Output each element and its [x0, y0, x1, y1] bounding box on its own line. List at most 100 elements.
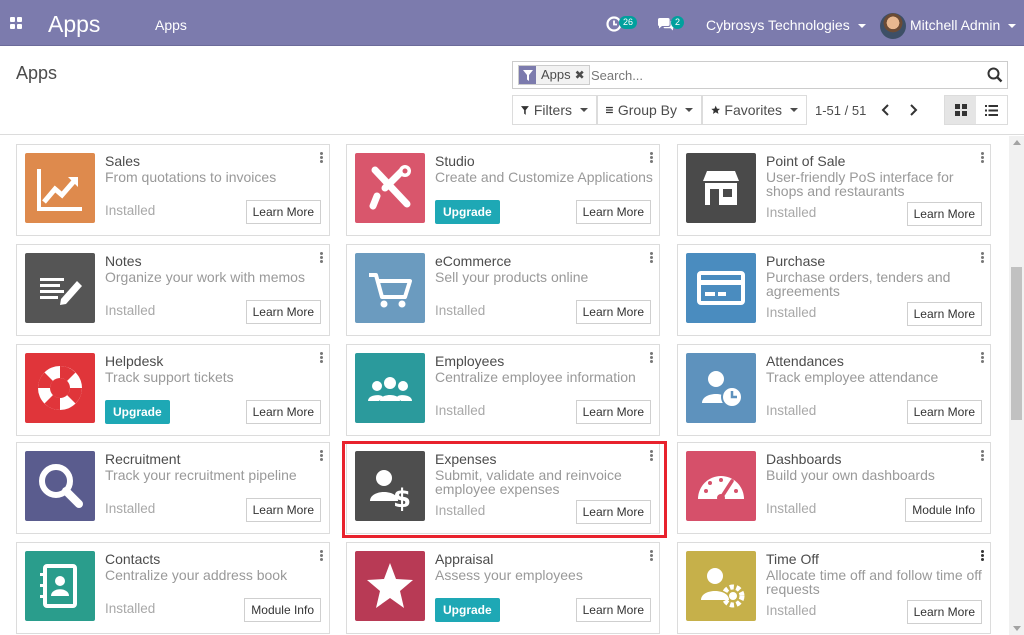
app-name: Time Off	[766, 551, 819, 567]
card-menu-icon[interactable]	[649, 352, 653, 364]
card-menu-icon[interactable]	[319, 352, 323, 364]
card-menu-icon[interactable]	[319, 550, 323, 562]
app-title: Apps	[48, 11, 101, 37]
favorites-button[interactable]: Favorites	[702, 95, 807, 125]
app-card-ecommerce[interactable]: eCommerce Sell your products online Inst…	[346, 244, 660, 336]
app-name: Notes	[105, 253, 142, 269]
view-switcher	[944, 95, 1008, 125]
card-menu-icon[interactable]	[980, 352, 984, 364]
filter-funnel-icon	[521, 105, 529, 115]
chevron-down-icon	[685, 108, 693, 112]
learn-more-button[interactable]: Learn More	[906, 600, 982, 624]
app-name: Expenses	[435, 451, 497, 467]
card-menu-icon[interactable]	[319, 252, 323, 264]
kanban-scrollbar[interactable]	[1009, 136, 1024, 635]
app-name: Attendances	[766, 353, 844, 369]
upgrade-button[interactable]: Upgrade	[435, 598, 500, 622]
card-menu-icon[interactable]	[980, 252, 984, 264]
card-menu-icon[interactable]	[649, 550, 653, 562]
app-status: Installed	[766, 603, 817, 618]
module-info-button[interactable]: Module Info	[905, 498, 982, 522]
search-bar[interactable]: Apps ✖	[512, 61, 1008, 89]
menu-apps[interactable]: Apps	[155, 17, 187, 33]
app-name: Contacts	[105, 551, 161, 567]
learn-more-button[interactable]: Learn More	[575, 500, 651, 524]
address-book-icon	[25, 551, 95, 621]
pager-previous-icon[interactable]	[880, 103, 892, 117]
company-switcher[interactable]: Cybrosys Technologies	[706, 17, 866, 33]
module-info-button[interactable]: Module Info	[244, 598, 321, 622]
learn-more-button[interactable]: Learn More	[575, 400, 651, 424]
app-card-attendances[interactable]: Attendances Track employee attendance In…	[677, 344, 991, 436]
app-description: Sell your products online	[435, 269, 589, 285]
user-name: Mitchell Admin	[910, 17, 1001, 33]
app-status: Installed	[435, 403, 486, 418]
app-card-time-off[interactable]: Time Off Allocate time off and follow ti…	[677, 542, 991, 634]
search-facet: Apps ✖	[518, 65, 590, 85]
app-card-recruitment[interactable]: Recruitment Track your recruitment pipel…	[16, 442, 330, 534]
app-name: Appraisal	[435, 551, 494, 567]
app-card-appraisal[interactable]: Appraisal Assess your employees Upgrade …	[346, 542, 660, 634]
app-description: Track employee attendance	[766, 369, 939, 385]
scroll-thumb[interactable]	[1011, 267, 1022, 420]
company-name: Cybrosys Technologies	[706, 17, 850, 33]
app-card-purchase[interactable]: Purchase Purchase orders, tenders and ag…	[677, 244, 991, 336]
card-menu-icon[interactable]	[649, 450, 653, 462]
learn-more-button[interactable]: Learn More	[245, 300, 321, 324]
app-card-point-of-sale[interactable]: Point of Sale User-friendly PoS interfac…	[677, 144, 991, 236]
messages-count-badge: 2	[671, 16, 685, 29]
app-card-dashboards[interactable]: Dashboards Build your own dashboards Ins…	[677, 442, 991, 534]
app-name: Studio	[435, 153, 475, 169]
facet-remove-icon[interactable]: ✖	[575, 66, 589, 84]
app-description: Centralize your address book	[105, 567, 288, 583]
learn-more-button[interactable]: Learn More	[906, 202, 982, 226]
group-by-button[interactable]: Group By	[597, 95, 702, 125]
app-status: Installed	[435, 303, 486, 318]
learn-more-button[interactable]: Learn More	[575, 200, 651, 224]
app-status: Installed	[766, 205, 817, 220]
list-view-button[interactable]	[976, 96, 1007, 124]
app-status: Installed	[105, 203, 156, 218]
pager-next-icon[interactable]	[907, 103, 919, 117]
app-card-sales[interactable]: Sales From quotations to invoices Instal…	[16, 144, 330, 236]
learn-more-button[interactable]: Learn More	[906, 302, 982, 326]
app-description: Allocate time off and follow time off re…	[766, 567, 982, 597]
search-input[interactable]	[591, 65, 971, 85]
app-card-studio[interactable]: Studio Create and Customize Applications…	[346, 144, 660, 236]
card-menu-icon[interactable]	[980, 152, 984, 164]
card-menu-icon[interactable]	[649, 152, 653, 164]
scroll-up-arrow-icon[interactable]	[1013, 140, 1021, 145]
learn-more-button[interactable]: Learn More	[245, 400, 321, 424]
app-card-contacts[interactable]: Contacts Centralize your address book In…	[16, 542, 330, 634]
app-card-expenses[interactable]: $ Expenses Submit, validate and reinvoic…	[346, 442, 660, 534]
learn-more-button[interactable]: Learn More	[575, 598, 651, 622]
card-menu-icon[interactable]	[980, 450, 984, 462]
chevron-down-icon	[790, 108, 798, 112]
upgrade-button[interactable]: Upgrade	[105, 400, 170, 424]
app-name: eCommerce	[435, 253, 512, 269]
app-card-employees[interactable]: Employees Centralize employee informatio…	[346, 344, 660, 436]
card-menu-icon[interactable]	[980, 550, 984, 562]
app-menu-grid-icon[interactable]	[10, 17, 22, 29]
card-menu-icon[interactable]	[319, 450, 323, 462]
upgrade-button[interactable]: Upgrade	[435, 200, 500, 224]
card-menu-icon[interactable]	[319, 152, 323, 164]
scroll-down-arrow-icon[interactable]	[1013, 626, 1021, 631]
card-menu-icon[interactable]	[649, 252, 653, 264]
app-card-notes[interactable]: Notes Organize your work with memos Inst…	[16, 244, 330, 336]
kanban-view-button[interactable]	[945, 96, 976, 124]
app-description: User-friendly PoS interface for shops an…	[766, 169, 954, 199]
filters-button[interactable]: Filters	[512, 95, 597, 125]
person-dollar-icon: $	[355, 451, 425, 521]
app-card-helpdesk[interactable]: Helpdesk Track support tickets Upgrade L…	[16, 344, 330, 436]
learn-more-button[interactable]: Learn More	[245, 498, 321, 522]
gauge-icon	[686, 451, 756, 521]
learn-more-button[interactable]: Learn More	[245, 200, 321, 224]
search-icon[interactable]	[987, 67, 1003, 83]
learn-more-button[interactable]: Learn More	[575, 300, 651, 324]
learn-more-button[interactable]: Learn More	[906, 400, 982, 424]
people-icon	[355, 353, 425, 423]
app-name: Sales	[105, 153, 141, 169]
app-status: Installed	[766, 305, 817, 320]
pager-value[interactable]: 1-51 / 51	[815, 103, 866, 118]
